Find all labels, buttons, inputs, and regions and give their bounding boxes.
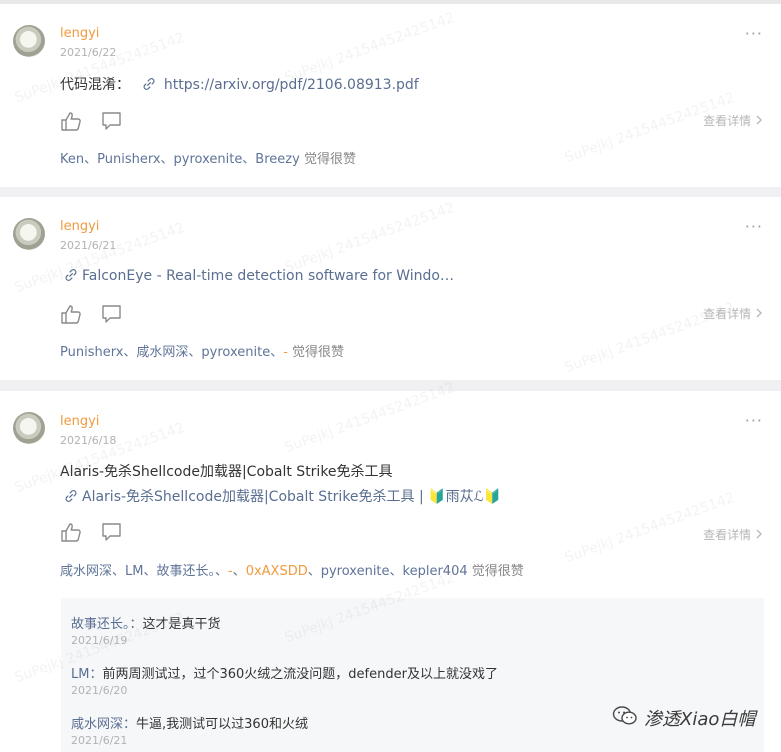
chevron-right-icon xyxy=(755,307,763,321)
comment-text: 这才是真干货 xyxy=(142,617,221,632)
comment-separator: ： xyxy=(129,617,143,632)
link-icon xyxy=(142,77,156,95)
likes-name-highlight[interactable]: 0xAXSDD xyxy=(246,564,308,579)
avatar[interactable] xyxy=(13,218,45,250)
likes-line: 咸水网深、LM、故事还长。、-、0xAXSDD、pyroxenite、keple… xyxy=(60,560,524,579)
view-details-link[interactable]: 查看详情 xyxy=(703,526,763,543)
more-icon[interactable]: ··· xyxy=(745,26,763,42)
post-title: Alaris-免杀Shellcode加载器|Cobalt Strike免杀工具 xyxy=(60,464,393,480)
view-details-label: 查看详情 xyxy=(703,114,752,128)
comment-item: LM：前两周测试过，过个360火绒之流没问题，defender及以上就没戏了 xyxy=(71,663,498,682)
link-icon xyxy=(64,268,78,286)
post-link-line[interactable]: Alaris-免杀Shellcode加载器|Cobalt Strike免杀工具 … xyxy=(64,486,501,507)
brand-badge: 渗透Xiao白帽 xyxy=(612,704,755,732)
view-details-label: 查看详情 xyxy=(703,528,752,542)
chevron-right-icon xyxy=(755,114,763,128)
view-details-link[interactable]: 查看详情 xyxy=(703,112,763,129)
likes-names[interactable]: Punisherx、咸水网深、pyroxenite、 xyxy=(60,345,283,360)
post-link[interactable]: https://arxiv.org/pdf/2106.08913.pdf xyxy=(164,77,419,93)
comment-date: 2021/6/19 xyxy=(71,634,128,647)
post-date: 2021/6/18 xyxy=(60,434,117,447)
comment-icon[interactable] xyxy=(101,111,122,135)
chevron-right-icon xyxy=(755,528,763,542)
comment-author[interactable]: 故事还长。 xyxy=(71,617,130,632)
likes-suffix: 觉得很赞 xyxy=(303,152,356,167)
view-details-label: 查看详情 xyxy=(703,307,752,321)
likes-names[interactable]: 、pyroxenite、kepler404 xyxy=(308,564,468,579)
likes-names[interactable]: Ken、Punisherx、pyroxenite、Breezy xyxy=(60,152,300,167)
comment-text: 牛逼,我测试可以过360和火绒 xyxy=(136,717,308,732)
author-name[interactable]: lengyi xyxy=(60,414,99,429)
author-name[interactable]: lengyi xyxy=(60,219,99,234)
likes-suffix: 觉得很赞 xyxy=(292,345,345,360)
post-card: lengyi 2021/6/21 ··· FalconEye - Real-ti… xyxy=(0,197,781,380)
likes-names[interactable]: 咸水网深、LM、故事还长。、 xyxy=(60,564,228,579)
comment-item: 故事还长。：这才是真干货 xyxy=(71,613,221,632)
avatar[interactable] xyxy=(13,412,45,444)
post-card: lengyi 2021/6/22 ··· 代码混淆： https://arxiv… xyxy=(0,4,781,187)
comment-separator: ： xyxy=(89,667,103,682)
post-link[interactable]: FalconEye - Real-time detection software… xyxy=(82,268,454,284)
post-date: 2021/6/21 xyxy=(60,239,117,252)
likes-name-highlight[interactable]: - xyxy=(283,345,288,360)
comment-text: 前两周测试过，过个360火绒之流没问题，defender及以上就没戏了 xyxy=(102,667,498,682)
avatar[interactable] xyxy=(13,25,45,57)
likes-separator: 、 xyxy=(232,564,246,579)
likes-line: Ken、Punisherx、pyroxenite、Breezy 觉得很赞 xyxy=(60,148,356,167)
comment-date: 2021/6/20 xyxy=(71,684,128,697)
more-icon[interactable]: ··· xyxy=(745,219,763,235)
like-icon[interactable] xyxy=(60,111,82,135)
post-link[interactable]: Alaris-免杀Shellcode加载器|Cobalt Strike免杀工具 … xyxy=(82,489,501,505)
likes-line: Punisherx、咸水网深、pyroxenite、- 觉得很赞 xyxy=(60,341,344,360)
post-title: 代码混淆： https://arxiv.org/pdf/2106.08913.p… xyxy=(60,74,419,95)
likes-suffix: 觉得很赞 xyxy=(471,564,524,579)
comment-author[interactable]: 咸水网深 xyxy=(71,717,123,732)
post-link-line[interactable]: FalconEye - Real-time detection software… xyxy=(64,268,454,286)
comment-icon[interactable] xyxy=(101,304,122,328)
comment-separator: ： xyxy=(123,717,137,732)
post-title-text: 代码混淆： xyxy=(60,77,130,93)
link-icon xyxy=(64,489,78,507)
post-date: 2021/6/22 xyxy=(60,46,117,59)
like-icon[interactable] xyxy=(60,522,82,546)
comment-item: 咸水网深：牛逼,我测试可以过360和火绒 xyxy=(71,713,308,732)
wechat-icon xyxy=(612,705,638,731)
view-details-link[interactable]: 查看详情 xyxy=(703,305,763,322)
like-icon[interactable] xyxy=(60,304,82,328)
brand-name: 渗透Xiao白帽 xyxy=(644,709,756,730)
comment-date: 2021/6/21 xyxy=(71,734,128,747)
author-name[interactable]: lengyi xyxy=(60,26,99,41)
more-icon[interactable]: ··· xyxy=(745,413,763,429)
comment-icon[interactable] xyxy=(101,522,122,546)
comment-author[interactable]: LM xyxy=(71,667,89,682)
